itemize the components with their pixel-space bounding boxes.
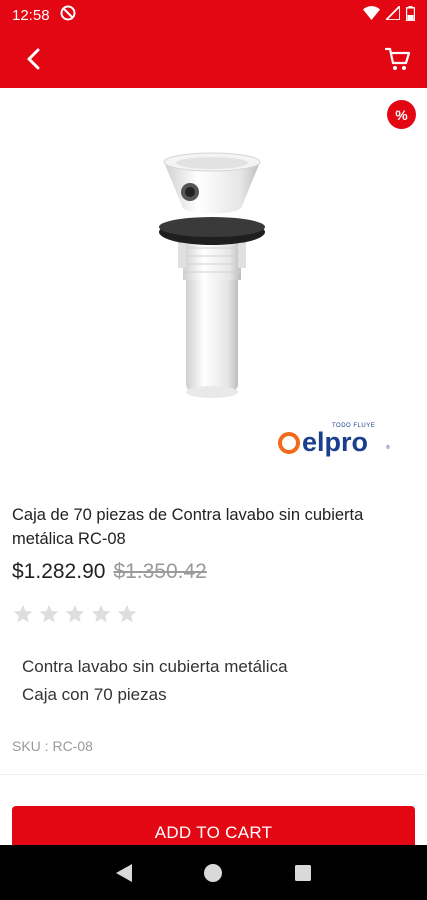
brand-logo: TODO FLUYE elpro ® [278, 418, 398, 460]
star-icon [91, 604, 111, 623]
star-icon [13, 604, 33, 623]
nav-home-icon[interactable] [203, 863, 223, 883]
back-button[interactable] [18, 44, 48, 74]
svg-text:®: ® [386, 444, 390, 451]
star-icon [65, 604, 85, 623]
status-right [363, 3, 416, 25]
cart-icon [385, 47, 411, 70]
current-price: $1.282.90 [12, 560, 106, 583]
product-title: Caja de 70 piezas de Contra lavabo sin c… [12, 506, 364, 548]
product-sku: SKU : RC-08 [12, 738, 93, 754]
nav-back-icon[interactable] [115, 863, 133, 883]
description-line: Caja con 70 piezas [22, 685, 167, 704]
divider [0, 774, 427, 775]
chevron-left-icon [27, 48, 40, 70]
product-image[interactable] [150, 150, 275, 400]
system-nav-bar [0, 845, 427, 900]
discount-badge: % [387, 100, 416, 129]
status-left: 12:58 [12, 5, 76, 25]
star-icon [117, 604, 137, 623]
status-time: 12:58 [12, 6, 50, 24]
cart-button[interactable] [383, 44, 413, 74]
rating-stars[interactable] [12, 603, 138, 625]
svg-text:elpro: elpro [302, 427, 368, 457]
signal-icon [383, 3, 401, 24]
do-not-disturb-icon [60, 5, 76, 25]
wifi-icon [363, 6, 380, 24]
star-icon [39, 604, 59, 623]
status-bar: 12:58 [0, 0, 427, 30]
product-description: Contra lavabo sin cubierta metálica Caja… [22, 653, 412, 709]
app-bar [0, 30, 427, 88]
price-row: $1.282.90 $1.350.42 [12, 560, 207, 584]
original-price: $1.350.42 [113, 560, 207, 583]
battery-icon [405, 5, 416, 25]
nav-recents-icon[interactable] [294, 864, 312, 882]
description-line: Contra lavabo sin cubierta metálica [22, 657, 288, 676]
